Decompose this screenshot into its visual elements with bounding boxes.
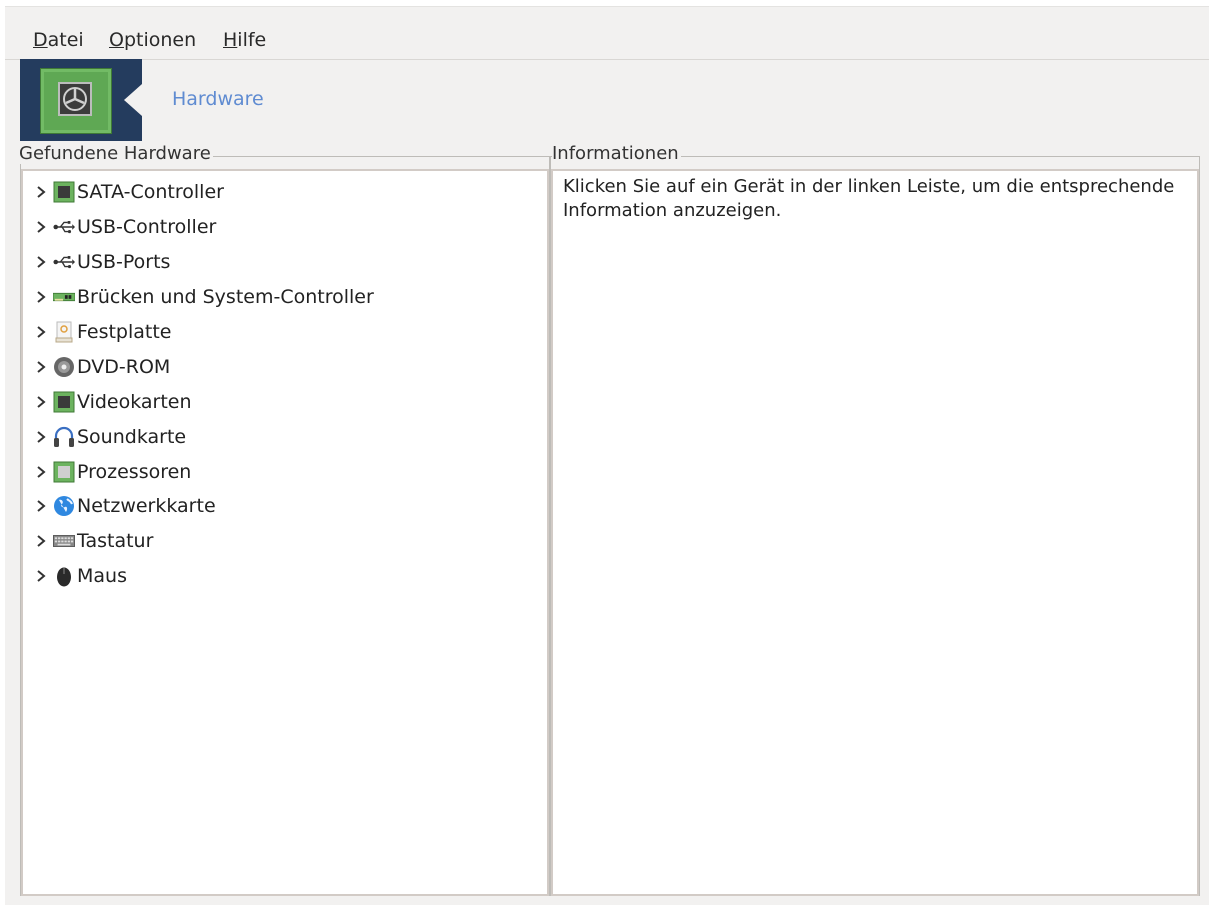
menubar: Datei Optionen Hilfe xyxy=(5,7,1209,60)
chevron-right-icon[interactable] xyxy=(31,290,51,304)
tree-item-sata-controller[interactable]: SATA-Controller xyxy=(31,175,374,210)
chevron-right-icon[interactable] xyxy=(31,360,51,374)
chevron-right-icon[interactable] xyxy=(31,395,51,409)
banner-logo xyxy=(20,59,142,141)
tree-item-festplatte[interactable]: Festplatte xyxy=(31,315,374,350)
menu-hilfe[interactable]: Hilfe xyxy=(223,29,266,51)
hardware-chip-icon xyxy=(40,68,112,134)
tree-item-label: USB-Ports xyxy=(77,251,171,274)
chevron-right-icon[interactable] xyxy=(31,499,51,513)
menu-datei[interactable]: Datei xyxy=(33,29,84,51)
chevron-right-icon[interactable] xyxy=(31,255,51,269)
tree-item-label: Brücken und System-Controller xyxy=(77,286,374,309)
information-text: Klicken Sie auf ein Gerät in der linken … xyxy=(563,176,1175,221)
mouse-icon xyxy=(53,565,75,587)
usb-icon xyxy=(53,251,75,273)
tree-item-label: Netzwerkkarte xyxy=(77,495,216,518)
tree-item-label: DVD-ROM xyxy=(77,355,171,378)
hardware-tree-list: SATA-Controller USB-Controller USB-Ports Br… xyxy=(31,175,374,594)
pci-card-icon xyxy=(53,286,75,308)
keyboard-icon xyxy=(53,530,75,552)
menu-optionen[interactable]: Optionen xyxy=(109,29,196,51)
chip-icon xyxy=(53,181,75,203)
chevron-right-icon[interactable] xyxy=(31,534,51,548)
tree-item-videokarten[interactable]: Videokarten xyxy=(31,384,374,419)
tree-item-dvd-rom[interactable]: DVD-ROM xyxy=(31,349,374,384)
tree-item-label: Soundkarte xyxy=(77,425,187,448)
harddrake-window: Datei Optionen Hilfe Hardware Gefundene … xyxy=(5,6,1209,905)
tree-item-usb-ports[interactable]: USB-Ports xyxy=(31,245,374,280)
headphones-icon xyxy=(53,426,75,448)
chevron-right-icon[interactable] xyxy=(31,325,51,339)
tree-item-maus[interactable]: Maus xyxy=(31,559,374,594)
harddisk-icon xyxy=(53,321,75,343)
tree-item-label: Prozessoren xyxy=(77,460,192,483)
chevron-right-icon[interactable] xyxy=(31,185,51,199)
tree-item-tastatur[interactable]: Tastatur xyxy=(31,524,374,559)
tree-item-soundkarte[interactable]: Soundkarte xyxy=(31,419,374,454)
globe-icon xyxy=(53,495,75,517)
tree-item-label: Festplatte xyxy=(77,321,172,343)
tree-item-prozessoren[interactable]: Prozessoren xyxy=(31,454,374,489)
tree-item-label: Tastatur xyxy=(77,530,154,553)
tree-item-netzwerkkarte[interactable]: Netzwerkkarte xyxy=(31,489,374,524)
information-label: Informationen xyxy=(552,143,681,164)
hardware-tree[interactable]: SATA-Controller USB-Controller USB-Ports Br… xyxy=(21,169,549,896)
tree-item-brücken-und-system-controller[interactable]: Brücken und System-Controller xyxy=(31,280,374,315)
tree-item-label: Maus xyxy=(77,565,127,588)
chevron-right-icon[interactable] xyxy=(31,430,51,444)
banner-title: Hardware xyxy=(172,88,264,110)
dvd-icon xyxy=(53,356,75,378)
tree-item-label: Videokarten xyxy=(77,390,192,413)
chevron-right-icon[interactable] xyxy=(31,465,51,479)
chevron-right-icon[interactable] xyxy=(31,569,51,583)
found-hardware-label: Gefundene Hardware xyxy=(19,143,213,164)
cpu-icon xyxy=(53,461,75,483)
chip-icon xyxy=(53,391,75,413)
chevron-right-icon[interactable] xyxy=(31,220,51,234)
usb-icon xyxy=(53,216,75,238)
tree-item-label: USB-Controller xyxy=(77,216,217,239)
tree-item-usb-controller[interactable]: USB-Controller xyxy=(31,210,374,245)
tree-item-label: SATA-Controller xyxy=(77,181,224,204)
information-panel: Klicken Sie auf ein Gerät in der linken … xyxy=(551,169,1199,896)
